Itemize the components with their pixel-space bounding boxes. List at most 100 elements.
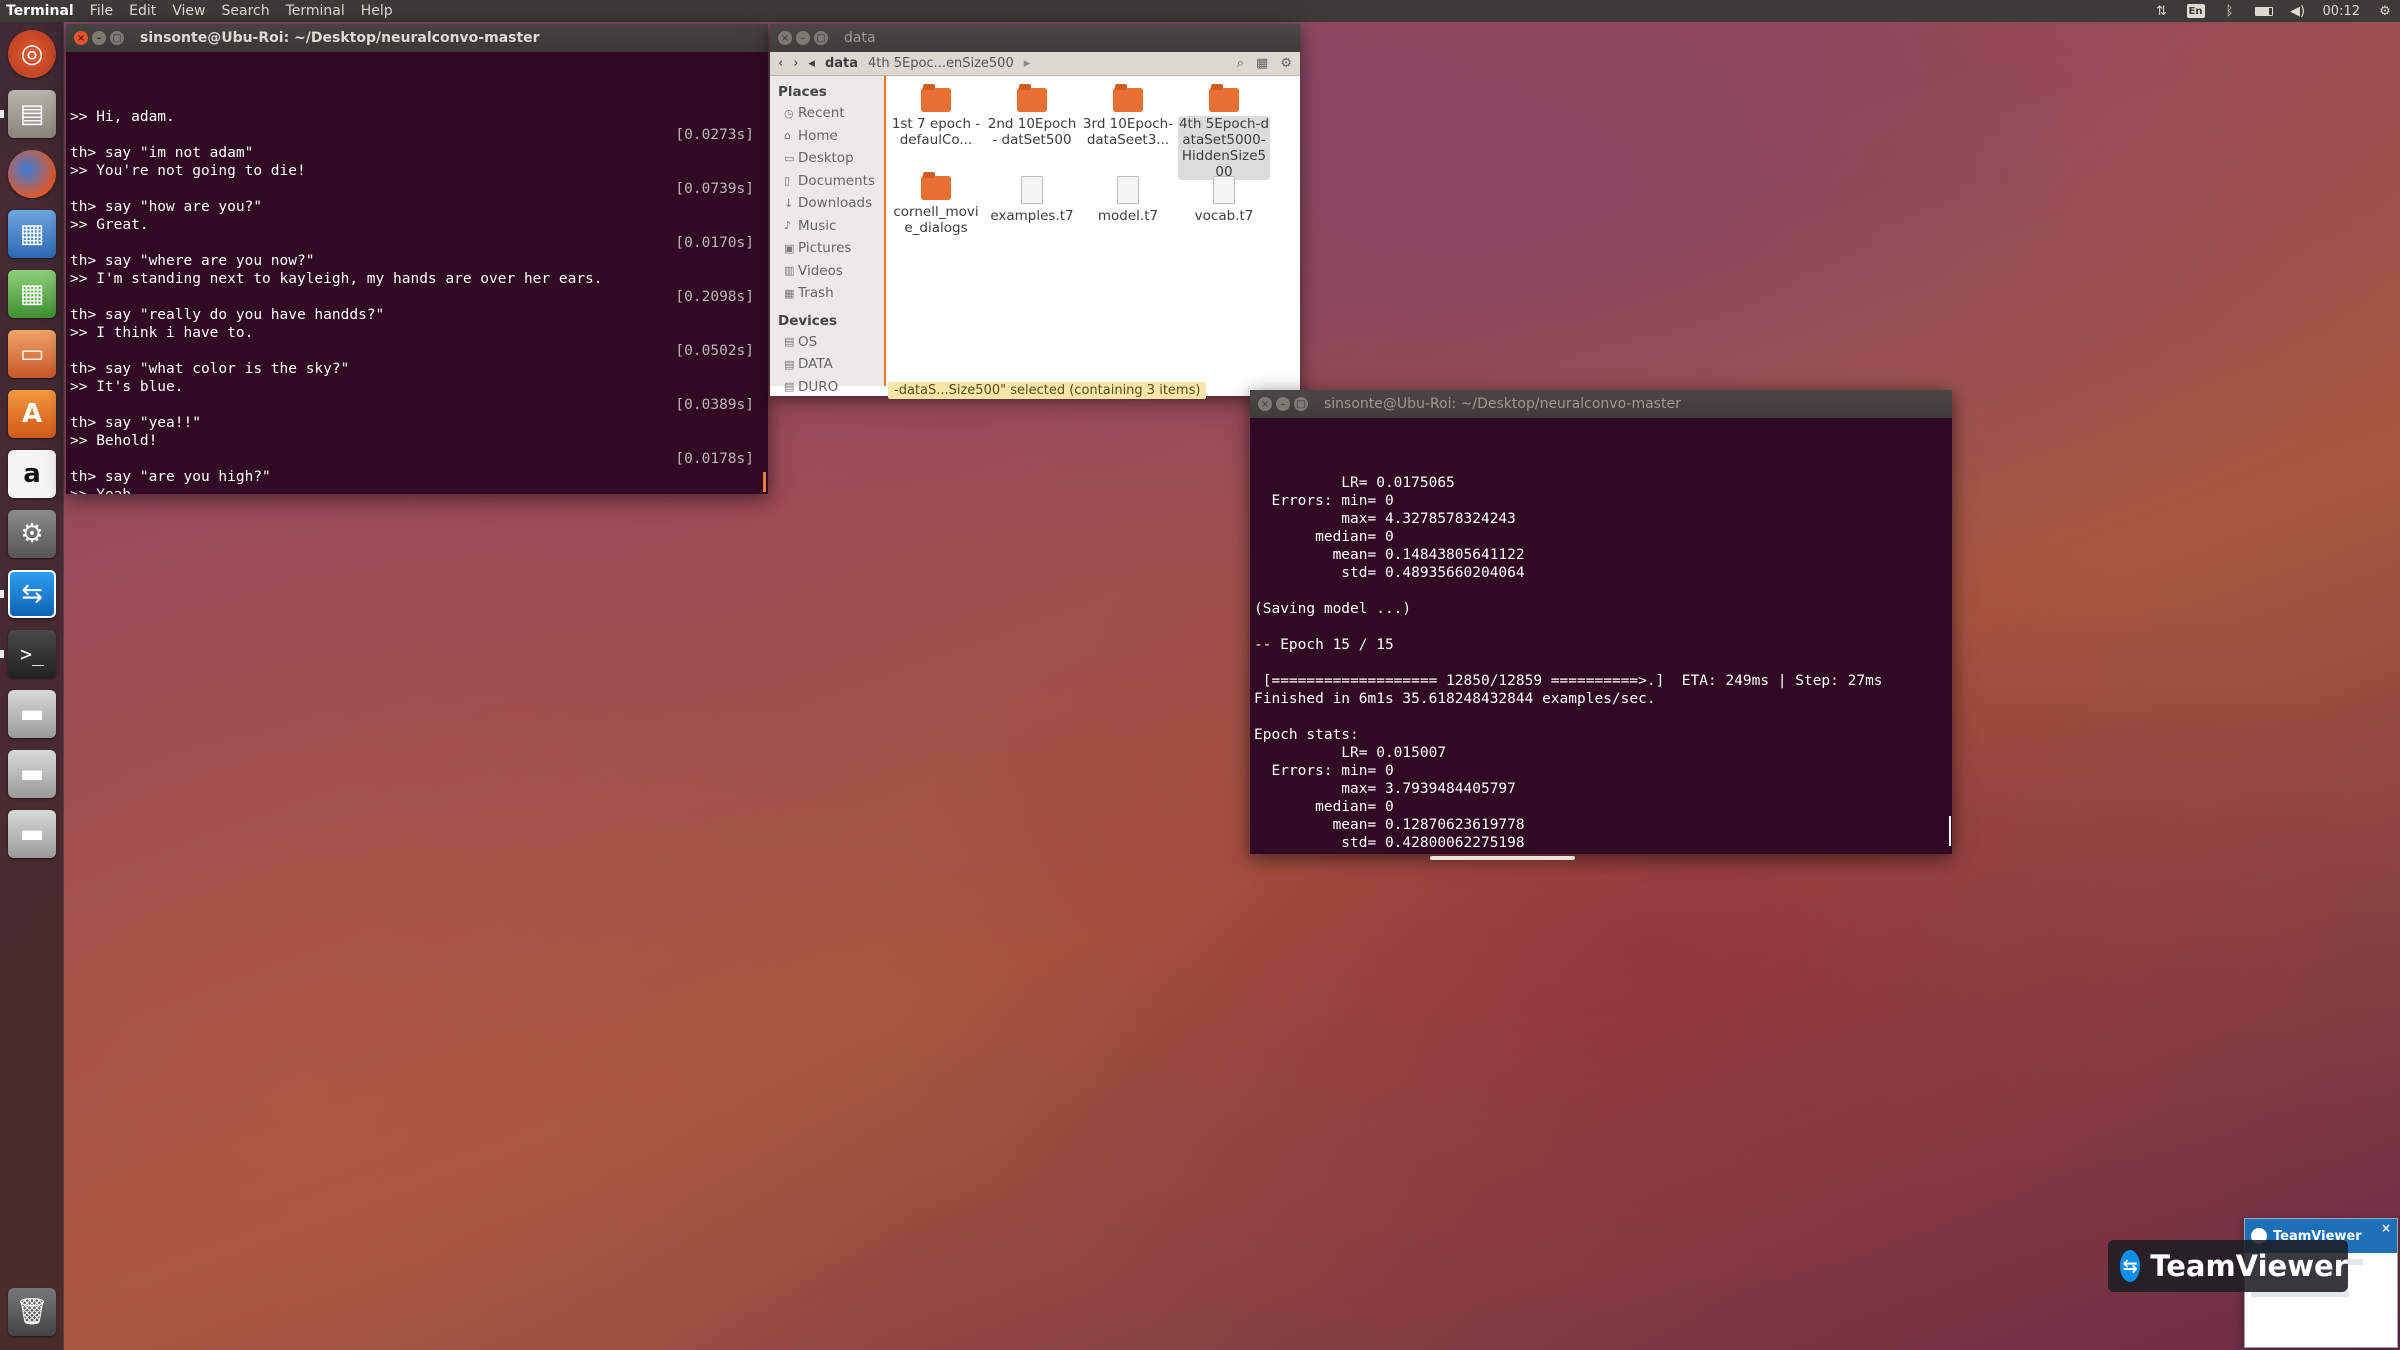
launcher: ◎ ▤ ▦ ▦ ▭ A a ⚙ ⇆ >_ ▬ ▬ ▬ 🗑 — [0, 22, 64, 1350]
sidebar-item-recent[interactable]: ◷ Recent — [770, 102, 884, 125]
close-icon[interactable]: × — [2381, 1221, 2391, 1235]
sidebar-item-desktop[interactable]: ▭ Desktop — [770, 147, 884, 170]
files-icon[interactable]: ▤ — [8, 90, 56, 138]
running-indicator — [0, 590, 4, 598]
window-titlebar[interactable]: × – □ sinsonte@Ubu-Roi: ~/Desktop/neural… — [1250, 390, 1952, 418]
terminal-window-training[interactable]: × – □ sinsonte@Ubu-Roi: ~/Desktop/neural… — [1250, 390, 1952, 860]
file-item[interactable]: model.t7 — [1082, 176, 1174, 224]
sidebar-item-home[interactable]: ⌂ Home — [770, 125, 884, 148]
settings-gear-icon[interactable]: ⚙ — [2376, 4, 2394, 19]
file-manager-window[interactable]: × – □ data ‹ › ◂ data 4th 5Epoc...enSize… — [770, 24, 1300, 399]
sidebar-item-label: OS — [798, 333, 818, 350]
sidebar-item-documents[interactable]: ▯ Documents — [770, 170, 884, 193]
maximize-icon[interactable]: □ — [1294, 397, 1308, 411]
teamviewer-icon[interactable]: ⇆ — [8, 570, 56, 618]
folder-item[interactable]: 1st 7 epoch - defaulCo... — [890, 84, 982, 148]
dash-home-icon[interactable]: ◎ — [8, 30, 56, 78]
trash-icon[interactable]: 🗑 — [8, 1288, 56, 1336]
maximize-icon[interactable]: □ — [110, 31, 124, 45]
file-grid[interactable]: 1st 7 epoch - defaulCo... 2nd 10Epoch - d… — [886, 76, 1300, 386]
ubuntu-software-center-icon[interactable]: A — [8, 390, 56, 438]
terminal-line: Errors: min= 0 — [1254, 763, 1394, 779]
settings-icon[interactable]: ⚙ — [1280, 56, 1292, 71]
libreoffice-impress-icon[interactable]: ▭ — [8, 330, 56, 378]
trash-icon: ▦ — [784, 286, 795, 300]
terminal-line-text: th> say "really do you have handds?" — [70, 307, 385, 323]
sidebar-item-pictures[interactable]: ▣ Pictures — [770, 237, 884, 260]
drive-1-icon[interactable]: ▬ — [8, 690, 56, 738]
file-item[interactable]: examples.t7 — [986, 176, 1078, 224]
sidebar-item-downloads[interactable]: ↓ Downloads — [770, 192, 884, 215]
clock[interactable]: 00:12 — [2323, 4, 2360, 19]
terminal-icon[interactable]: >_ — [8, 630, 56, 678]
breadcrumb-current[interactable]: 4th 5Epoc...enSize500 — [868, 56, 1014, 71]
drive-icon: ▤ — [784, 380, 795, 394]
bluetooth-icon[interactable]: ᛒ — [2221, 4, 2239, 19]
keyboard-layout-icon[interactable]: En — [2186, 4, 2205, 18]
libreoffice-writer-icon[interactable]: ▦ — [8, 210, 56, 258]
breadcrumb-data[interactable]: data — [825, 56, 858, 71]
folder-item[interactable]: 3rd 10Epoch-dataSeet3... — [1082, 84, 1174, 148]
path-bar: ‹ › ◂ data 4th 5Epoc...enSize500 ▸ ⌕ ▦ ⚙ — [770, 52, 1300, 76]
maximize-icon[interactable]: □ — [814, 31, 828, 45]
amazon-icon[interactable]: a — [8, 450, 56, 498]
menu-search[interactable]: Search — [214, 3, 278, 19]
terminal-line: (Saving model ...) — [1254, 601, 1412, 617]
terminal-line: th> say "where are you now?" — [70, 252, 764, 270]
minimize-icon[interactable]: – — [1276, 397, 1290, 411]
minimize-icon[interactable]: – — [796, 31, 810, 45]
libreoffice-calc-icon[interactable]: ▦ — [8, 270, 56, 318]
terminal-line: >> I think i have to. — [70, 324, 764, 342]
firefox-icon[interactable] — [8, 150, 56, 198]
volume-icon[interactable]: ◀) — [2289, 4, 2307, 19]
terminal-line: std= 0.48935660204064 — [1254, 565, 1525, 581]
close-icon[interactable]: × — [1258, 397, 1272, 411]
places-header: Places — [778, 84, 827, 100]
window-titlebar[interactable]: × – □ data — [770, 24, 1300, 52]
menu-help[interactable]: Help — [353, 3, 401, 19]
scrollbar[interactable] — [1949, 816, 1951, 846]
path-left-icon[interactable]: ◂ — [808, 56, 815, 71]
system-settings-icon[interactable]: ⚙ — [8, 510, 56, 558]
menu-file[interactable]: File — [82, 3, 121, 19]
network-icon[interactable]: ⇅ — [2153, 4, 2171, 19]
folder-item[interactable]: cornell_movie_dialogs — [890, 172, 982, 236]
item-label: 2nd 10Epoch - datSet500 — [987, 116, 1077, 148]
sidebar-item-data[interactable]: ▤ DATA — [770, 353, 884, 376]
menu-edit[interactable]: Edit — [121, 3, 164, 19]
path-right-icon[interactable]: ▸ — [1024, 56, 1031, 71]
folder-icon — [1017, 84, 1047, 112]
drive-2-icon[interactable]: ▬ — [8, 750, 56, 798]
folder-item[interactable]: 4th 5Epoch-dataSet5000-HiddenSize500 — [1178, 84, 1270, 180]
window-titlebar[interactable]: × – □ sinsonte@Ubu-Roi: ~/Desktop/neural… — [66, 24, 768, 52]
search-icon[interactable]: ⌕ — [1237, 56, 1244, 71]
drive-3-icon[interactable]: ▬ — [8, 810, 56, 858]
menu-view[interactable]: View — [164, 3, 213, 19]
terminal-output[interactable]: LR= 0.0175065 Errors: min= 0 max= 4.3278… — [1250, 418, 1952, 854]
menu-terminal[interactable]: Terminal — [278, 3, 353, 19]
terminal-line-text: >> Hi, adam. — [70, 109, 175, 125]
battery-icon[interactable] — [2254, 4, 2273, 18]
sidebar-item-music[interactable]: ♪ Music — [770, 215, 884, 238]
documents-icon: ▯ — [784, 174, 791, 188]
file-item[interactable]: vocab.t7 — [1178, 176, 1270, 224]
selection-status: -dataS...Size500" selected (containing 3… — [888, 382, 1207, 399]
folder-item[interactable]: 2nd 10Epoch - datSet500 — [986, 84, 1078, 148]
sidebar-item-os[interactable]: ▤ OS — [770, 331, 884, 354]
sidebar-item-label: DURO — [798, 378, 839, 395]
sidebar-item-trash[interactable]: ▦ Trash — [770, 282, 884, 305]
terminal-window-chat[interactable]: × – □ sinsonte@Ubu-Roi: ~/Desktop/neural… — [66, 24, 768, 494]
forward-icon[interactable]: › — [793, 56, 798, 71]
sidebar-item-videos[interactable]: ▥ Videos — [770, 260, 884, 283]
back-icon[interactable]: ‹ — [778, 56, 783, 71]
view-toggle-icon[interactable]: ▦ — [1256, 56, 1268, 71]
minimize-icon[interactable]: – — [92, 31, 106, 45]
scrollbar[interactable] — [763, 472, 766, 492]
sidebar-item-duro[interactable]: ▤ DURO — [770, 376, 884, 399]
window-resize-bar[interactable] — [1430, 856, 1575, 860]
close-icon[interactable]: × — [74, 31, 88, 45]
terminal-line: LR= 0.0175065 — [1254, 475, 1455, 491]
terminal-output[interactable]: >> Hi, adam. [0.0273s] th> say "im not ada… — [66, 52, 768, 494]
close-icon[interactable]: × — [778, 31, 792, 45]
